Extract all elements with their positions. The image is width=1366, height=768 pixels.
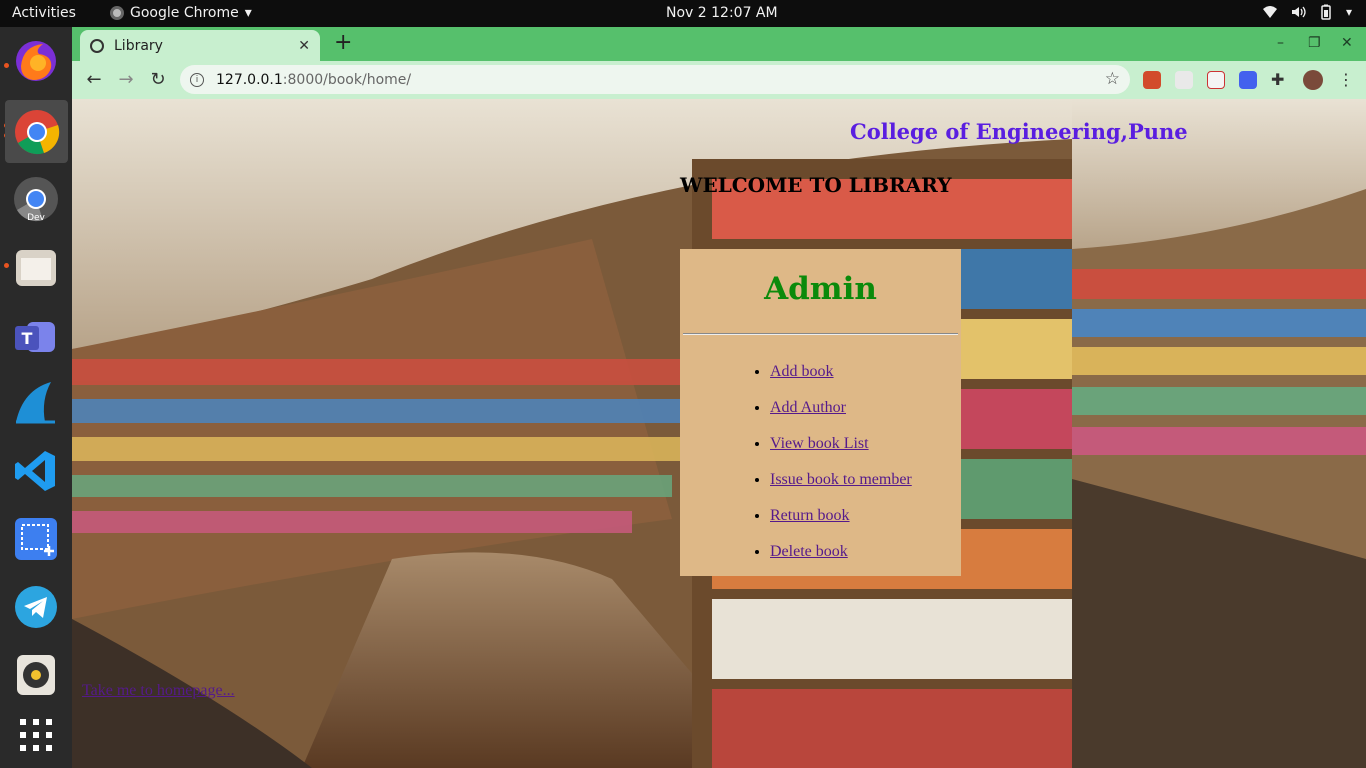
issue-book-link[interactable]: Issue book to member [770, 471, 912, 488]
address-bar[interactable]: i 127.0.0.1:8000/book/home/ ☆ [180, 65, 1130, 94]
vscode-icon[interactable] [12, 447, 60, 495]
browser-toolbar: ← → ↻ i 127.0.0.1:8000/book/home/ ☆ ✚ ⋮ [72, 61, 1366, 99]
delete-book-link[interactable]: Delete book [770, 543, 848, 560]
browser-window: Library ✕ + – ❐ ✕ ← → ↻ i 127.0.0.1:8000… [72, 27, 1366, 768]
chrome-dev-icon[interactable]: Dev [12, 175, 60, 223]
running-indicator [4, 263, 9, 268]
app-menu-label: Google Chrome [130, 5, 239, 21]
divider [683, 333, 958, 335]
tab-strip: Library ✕ + – ❐ ✕ [72, 27, 1366, 61]
wifi-icon [1262, 6, 1277, 18]
bookmark-star-icon[interactable]: ☆ [1105, 69, 1120, 89]
url-path: :8000/book/home/ [282, 71, 412, 88]
menu-item: Add Author [770, 399, 961, 435]
clock[interactable]: Nov 2 12:07 AM [666, 5, 778, 21]
college-title: College of Engineering,Pune [850, 119, 1188, 144]
app-grid-icon[interactable] [12, 711, 60, 759]
close-tab-icon[interactable]: ✕ [298, 38, 310, 54]
rhythmbox-icon[interactable] [12, 651, 60, 699]
caret-down-icon: ▾ [244, 5, 252, 21]
wikipedia-extension-icon[interactable] [1175, 71, 1193, 89]
menu-item: View book List [770, 435, 961, 471]
welcome-heading: WELCOME TO LIBRARY [680, 173, 952, 197]
dev-label: Dev [27, 213, 45, 222]
dock: Dev T [0, 27, 72, 768]
activities-button[interactable]: Activities [12, 5, 76, 21]
chrome-icon[interactable] [5, 100, 68, 163]
zoom-extension-icon[interactable] [1239, 71, 1257, 89]
site-info-icon[interactable]: i [190, 72, 204, 87]
firefox-icon[interactable] [12, 37, 60, 85]
calendar-extension-icon[interactable] [1207, 71, 1225, 89]
profile-avatar[interactable] [1303, 70, 1323, 90]
add-book-link[interactable]: Add book [770, 363, 834, 380]
homepage-link[interactable]: Take me to homepage... [82, 682, 235, 700]
menu-item: Delete book [770, 543, 961, 579]
svg-text:T: T [22, 329, 33, 348]
close-window-icon[interactable]: ✕ [1341, 35, 1353, 51]
reload-icon[interactable]: ↻ [147, 69, 169, 91]
running-indicator [4, 63, 9, 68]
forward-icon[interactable]: → [115, 69, 137, 91]
tab-title: Library [114, 37, 163, 54]
screenshot-icon[interactable] [12, 515, 60, 563]
system-tray[interactable]: ▾ [1262, 4, 1352, 20]
megaphone-extension-icon[interactable] [1143, 71, 1161, 89]
menu-item: Return book [770, 507, 961, 543]
battery-icon [1321, 4, 1331, 20]
telegram-icon[interactable] [12, 583, 60, 631]
system-top-bar: Activities Google Chrome ▾ Nov 2 12:07 A… [0, 0, 1366, 27]
page-viewport: College of Engineering,Pune WELCOME TO L… [72, 99, 1366, 768]
wireshark-icon[interactable] [12, 379, 60, 427]
globe-icon [90, 38, 104, 53]
teams-icon[interactable]: T [12, 313, 60, 361]
tab-library[interactable]: Library ✕ [80, 30, 320, 61]
view-book-list-link[interactable]: View book List [770, 435, 869, 452]
chrome-small-icon [110, 6, 124, 20]
new-tab-button[interactable]: + [334, 32, 352, 54]
admin-heading: Admin [764, 271, 877, 307]
return-book-link[interactable]: Return book [770, 507, 850, 524]
url-host: 127.0.0.1 [216, 71, 283, 88]
admin-panel: Admin Add book Add Author View book List… [680, 249, 961, 576]
minimize-icon[interactable]: – [1277, 35, 1284, 51]
extensions-puzzle-icon[interactable]: ✚ [1271, 71, 1289, 89]
files-icon[interactable] [12, 243, 60, 291]
app-menu[interactable]: Google Chrome ▾ [110, 5, 252, 21]
add-author-link[interactable]: Add Author [770, 399, 846, 416]
caret-down-icon: ▾ [1345, 5, 1352, 19]
more-menu-icon[interactable]: ⋮ [1338, 71, 1356, 89]
back-icon[interactable]: ← [83, 69, 105, 91]
menu-item: Issue book to member [770, 471, 961, 507]
restore-icon[interactable]: ❐ [1308, 35, 1321, 51]
admin-menu: Add book Add Author View book List Issue… [770, 363, 961, 579]
menu-item: Add book [770, 363, 961, 399]
volume-icon [1291, 6, 1306, 18]
